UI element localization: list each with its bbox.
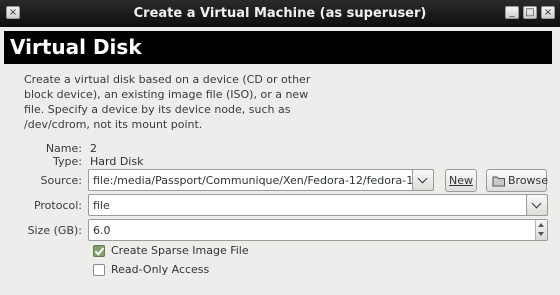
type-label: Type:: [53, 155, 82, 168]
source-input[interactable]: file:/media/Passport/Communique/Xen/Fedo…: [93, 174, 420, 187]
name-label: Name:: [45, 142, 82, 155]
size-stepper[interactable]: [535, 220, 547, 240]
window-titlebar: × Create a Virtual Machine (as superuser…: [0, 0, 560, 27]
name-value: 2: [90, 142, 97, 155]
minimize-icon[interactable]: _: [505, 6, 519, 19]
browse-button[interactable]: Browse: [486, 169, 549, 192]
protocol-value: file: [93, 199, 110, 212]
readonly-checkbox[interactable]: [93, 264, 105, 276]
size-input[interactable]: 6.0: [93, 224, 111, 237]
source-dropdown-button[interactable]: [412, 169, 434, 191]
new-button-label: New: [449, 174, 473, 187]
chevron-down-icon: [531, 198, 542, 209]
close-window-icon[interactable]: ×: [541, 6, 555, 19]
size-label: Size (GB):: [27, 224, 82, 237]
decrement-icon[interactable]: [538, 232, 544, 236]
source-label: Source:: [40, 174, 83, 187]
page-header: Virtual Disk: [4, 31, 552, 64]
protocol-label: Protocol:: [33, 199, 82, 212]
window-title: Create a Virtual Machine (as superuser): [133, 6, 427, 21]
folder-icon: [492, 176, 505, 187]
increment-icon[interactable]: [538, 223, 544, 227]
browse-button-label: Browse: [508, 174, 549, 187]
page-title: Virtual Disk: [10, 35, 142, 59]
protocol-dropdown-button[interactable]: [526, 194, 548, 216]
new-button[interactable]: New: [445, 169, 477, 192]
size-spinbutton[interactable]: 6.0: [88, 219, 548, 241]
chevron-down-icon: [417, 173, 428, 184]
description-text: Create a virtual disk based on a device …: [24, 73, 311, 131]
readonly-checkbox-label: Read-Only Access: [111, 263, 210, 276]
sparse-checkbox-label: Create Sparse Image File: [111, 244, 249, 257]
source-combo[interactable]: file:/media/Passport/Communique/Xen/Fedo…: [88, 169, 434, 191]
maximize-icon[interactable]: □: [523, 6, 537, 19]
type-value: Hard Disk: [90, 155, 144, 168]
sparse-checkbox[interactable]: [93, 245, 105, 257]
protocol-combo[interactable]: file: [88, 194, 548, 216]
